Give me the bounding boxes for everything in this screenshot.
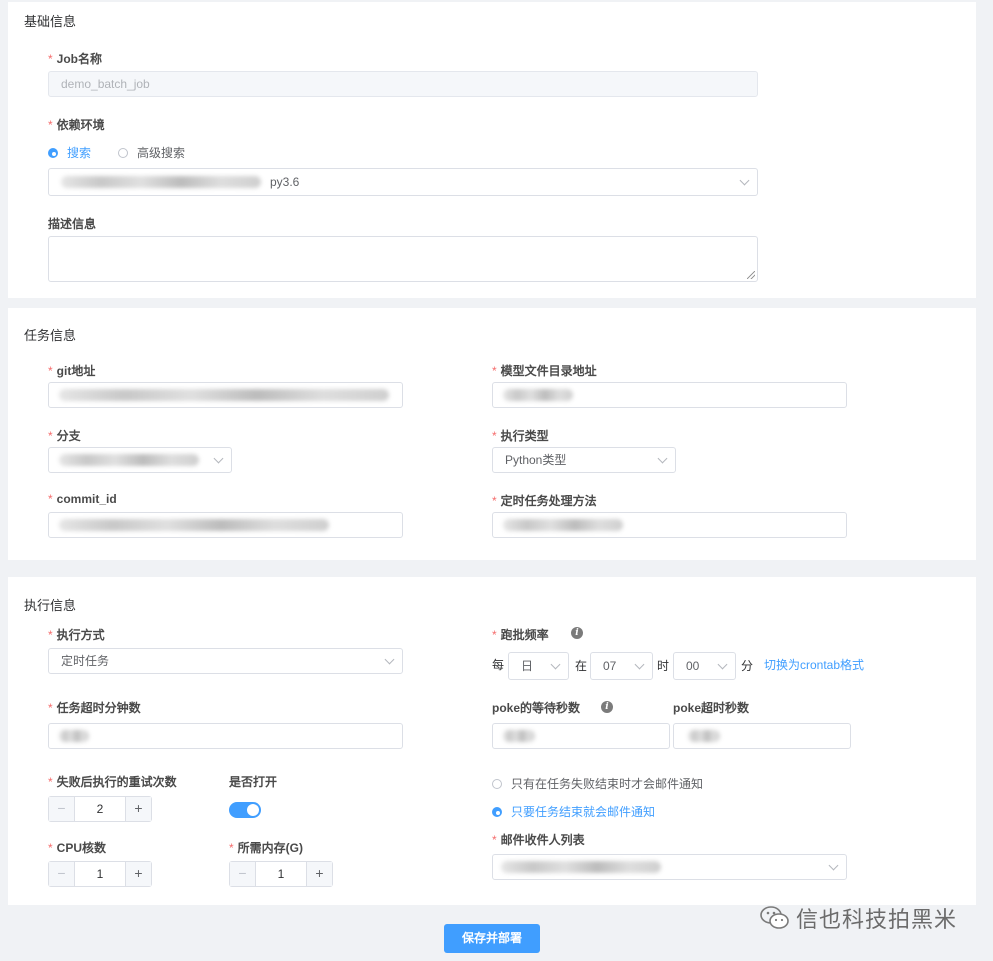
- redacted-value: [59, 519, 329, 531]
- cron-method-input[interactable]: [492, 512, 847, 538]
- git-label: * git地址: [48, 364, 96, 378]
- retry-value[interactable]: 2: [75, 797, 125, 821]
- radio-advanced-search[interactable]: 高级搜索: [118, 144, 185, 161]
- redacted-value: [503, 519, 623, 531]
- minus-icon[interactable]: −: [49, 862, 75, 886]
- open-label: 是否打开: [229, 775, 278, 789]
- desc-textarea[interactable]: [48, 236, 758, 282]
- freq-label: * 跑批频率: [492, 628, 549, 642]
- chevron-down-icon: [550, 659, 561, 670]
- timeout-label: * 任务超时分钟数: [48, 701, 141, 715]
- info-icon[interactable]: i: [571, 627, 583, 639]
- crontab-switch-link[interactable]: 切换为crontab格式: [764, 652, 864, 678]
- poke-wait-input[interactable]: [492, 723, 670, 749]
- watermark-text: 信也科技拍黑米: [796, 907, 958, 932]
- freq-every-text: 每: [492, 658, 505, 672]
- model-dir-label: * 模型文件目录地址: [492, 364, 597, 378]
- mem-stepper[interactable]: − 1 +: [229, 861, 333, 887]
- exec-info-title: 执行信息: [24, 598, 77, 613]
- desc-label: 描述信息: [48, 217, 97, 231]
- cron-method-label: * 定时任务处理方法: [492, 494, 597, 508]
- mail-select[interactable]: [492, 854, 847, 880]
- open-toggle[interactable]: [229, 802, 261, 818]
- basic-info-title: 基础信息: [24, 14, 77, 29]
- resize-handle-icon[interactable]: [747, 271, 755, 279]
- commit-input[interactable]: [48, 512, 403, 538]
- exec-mode-value: 定时任务: [61, 654, 110, 668]
- freq-unit-value: 日: [521, 659, 534, 673]
- cpu-stepper[interactable]: − 1 +: [48, 861, 152, 887]
- model-dir-input[interactable]: [492, 382, 847, 408]
- poke-timeout-label: poke超时秒数: [673, 701, 750, 715]
- radio-search[interactable]: 搜索: [48, 144, 91, 161]
- redacted-value: [59, 730, 89, 742]
- cpu-value[interactable]: 1: [75, 862, 125, 886]
- job-name-input[interactable]: demo_batch_job: [48, 71, 758, 97]
- branch-select[interactable]: [48, 447, 232, 473]
- freq-unit-select[interactable]: 日: [508, 652, 569, 680]
- freq-minute-text: 分: [741, 659, 754, 673]
- retry-stepper[interactable]: − 2 +: [48, 796, 152, 822]
- exec-mode-label: * 执行方式: [48, 628, 105, 642]
- timeout-input[interactable]: [48, 723, 403, 749]
- poke-timeout-input[interactable]: [673, 723, 851, 749]
- mail-label: * 邮件收件人列表: [492, 833, 585, 847]
- plus-icon[interactable]: +: [125, 862, 151, 886]
- env-select[interactable]: py3.6: [48, 168, 758, 196]
- freq-minute-value: 00: [686, 659, 700, 673]
- exec-info-card: 执行信息 * 执行方式 定时任务 * 跑批频率 i 每 日 在 07 时 00 分 …: [8, 577, 976, 905]
- chevron-down-icon: [384, 654, 395, 665]
- plus-icon[interactable]: +: [306, 862, 332, 886]
- save-deploy-button[interactable]: 保存并部署: [444, 924, 540, 953]
- exec-type-value: Python类型: [505, 453, 567, 467]
- info-icon[interactable]: i: [601, 701, 613, 713]
- chevron-down-icon: [213, 453, 224, 464]
- radio-dot-icon: [118, 147, 128, 158]
- commit-label: * commit_id: [48, 492, 117, 506]
- freq-hour-select[interactable]: 07: [590, 652, 653, 680]
- radio-dot-icon: [492, 778, 502, 789]
- task-info-title: 任务信息: [24, 328, 77, 343]
- exec-type-select[interactable]: Python类型: [492, 447, 676, 473]
- minus-icon[interactable]: −: [230, 862, 256, 886]
- exec-type-label: * 执行类型: [492, 429, 549, 443]
- redacted-value: [59, 389, 389, 401]
- wechat-icon: [760, 906, 789, 929]
- chevron-down-icon: [739, 175, 750, 186]
- redacted-value: [61, 176, 261, 188]
- job-name-label: * Job名称: [48, 52, 103, 66]
- radio-notify-fail-only[interactable]: 只有在任务失败结束时才会邮件通知: [492, 775, 703, 792]
- radio-notify-any-end[interactable]: 只要任务结束就会邮件通知: [492, 803, 655, 820]
- mem-label: * 所需内存(G): [229, 841, 303, 855]
- chevron-down-icon: [657, 453, 668, 464]
- redacted-value: [501, 861, 661, 873]
- task-info-card: 任务信息 * git地址 * 模型文件目录地址 * 分支 * 执行类型 Python类型…: [8, 308, 976, 560]
- retry-label: * 失败后执行的重试次数: [48, 775, 177, 789]
- mem-value[interactable]: 1: [256, 862, 306, 886]
- redacted-value: [503, 389, 573, 401]
- basic-info-card: 基础信息 * Job名称 demo_batch_job * 依赖环境 搜索 高级搜索…: [8, 2, 976, 298]
- exec-mode-select[interactable]: 定时任务: [48, 648, 403, 674]
- git-input[interactable]: [48, 382, 403, 408]
- radio-dot-icon: [48, 147, 58, 158]
- redacted-value: [59, 454, 199, 466]
- chevron-down-icon: [717, 659, 728, 670]
- env-label: * 依赖环境: [48, 118, 105, 132]
- freq-hour-text: 时: [657, 659, 670, 673]
- env-suffix: py3.6: [270, 175, 300, 189]
- freq-at-text: 在: [575, 659, 588, 673]
- radio-dot-icon: [492, 806, 502, 817]
- chevron-down-icon: [634, 659, 645, 670]
- poke-wait-label: poke的等待秒数: [492, 701, 581, 715]
- chevron-down-icon: [828, 860, 839, 871]
- freq-minute-select[interactable]: 00: [673, 652, 736, 680]
- redacted-value: [688, 730, 720, 742]
- minus-icon[interactable]: −: [49, 797, 75, 821]
- cpu-label: * CPU核数: [48, 841, 107, 855]
- redacted-value: [503, 730, 535, 742]
- branch-label: * 分支: [48, 429, 81, 443]
- plus-icon[interactable]: +: [125, 797, 151, 821]
- freq-hour-value: 07: [603, 659, 617, 673]
- watermark: 信也科技拍黑米: [760, 902, 957, 934]
